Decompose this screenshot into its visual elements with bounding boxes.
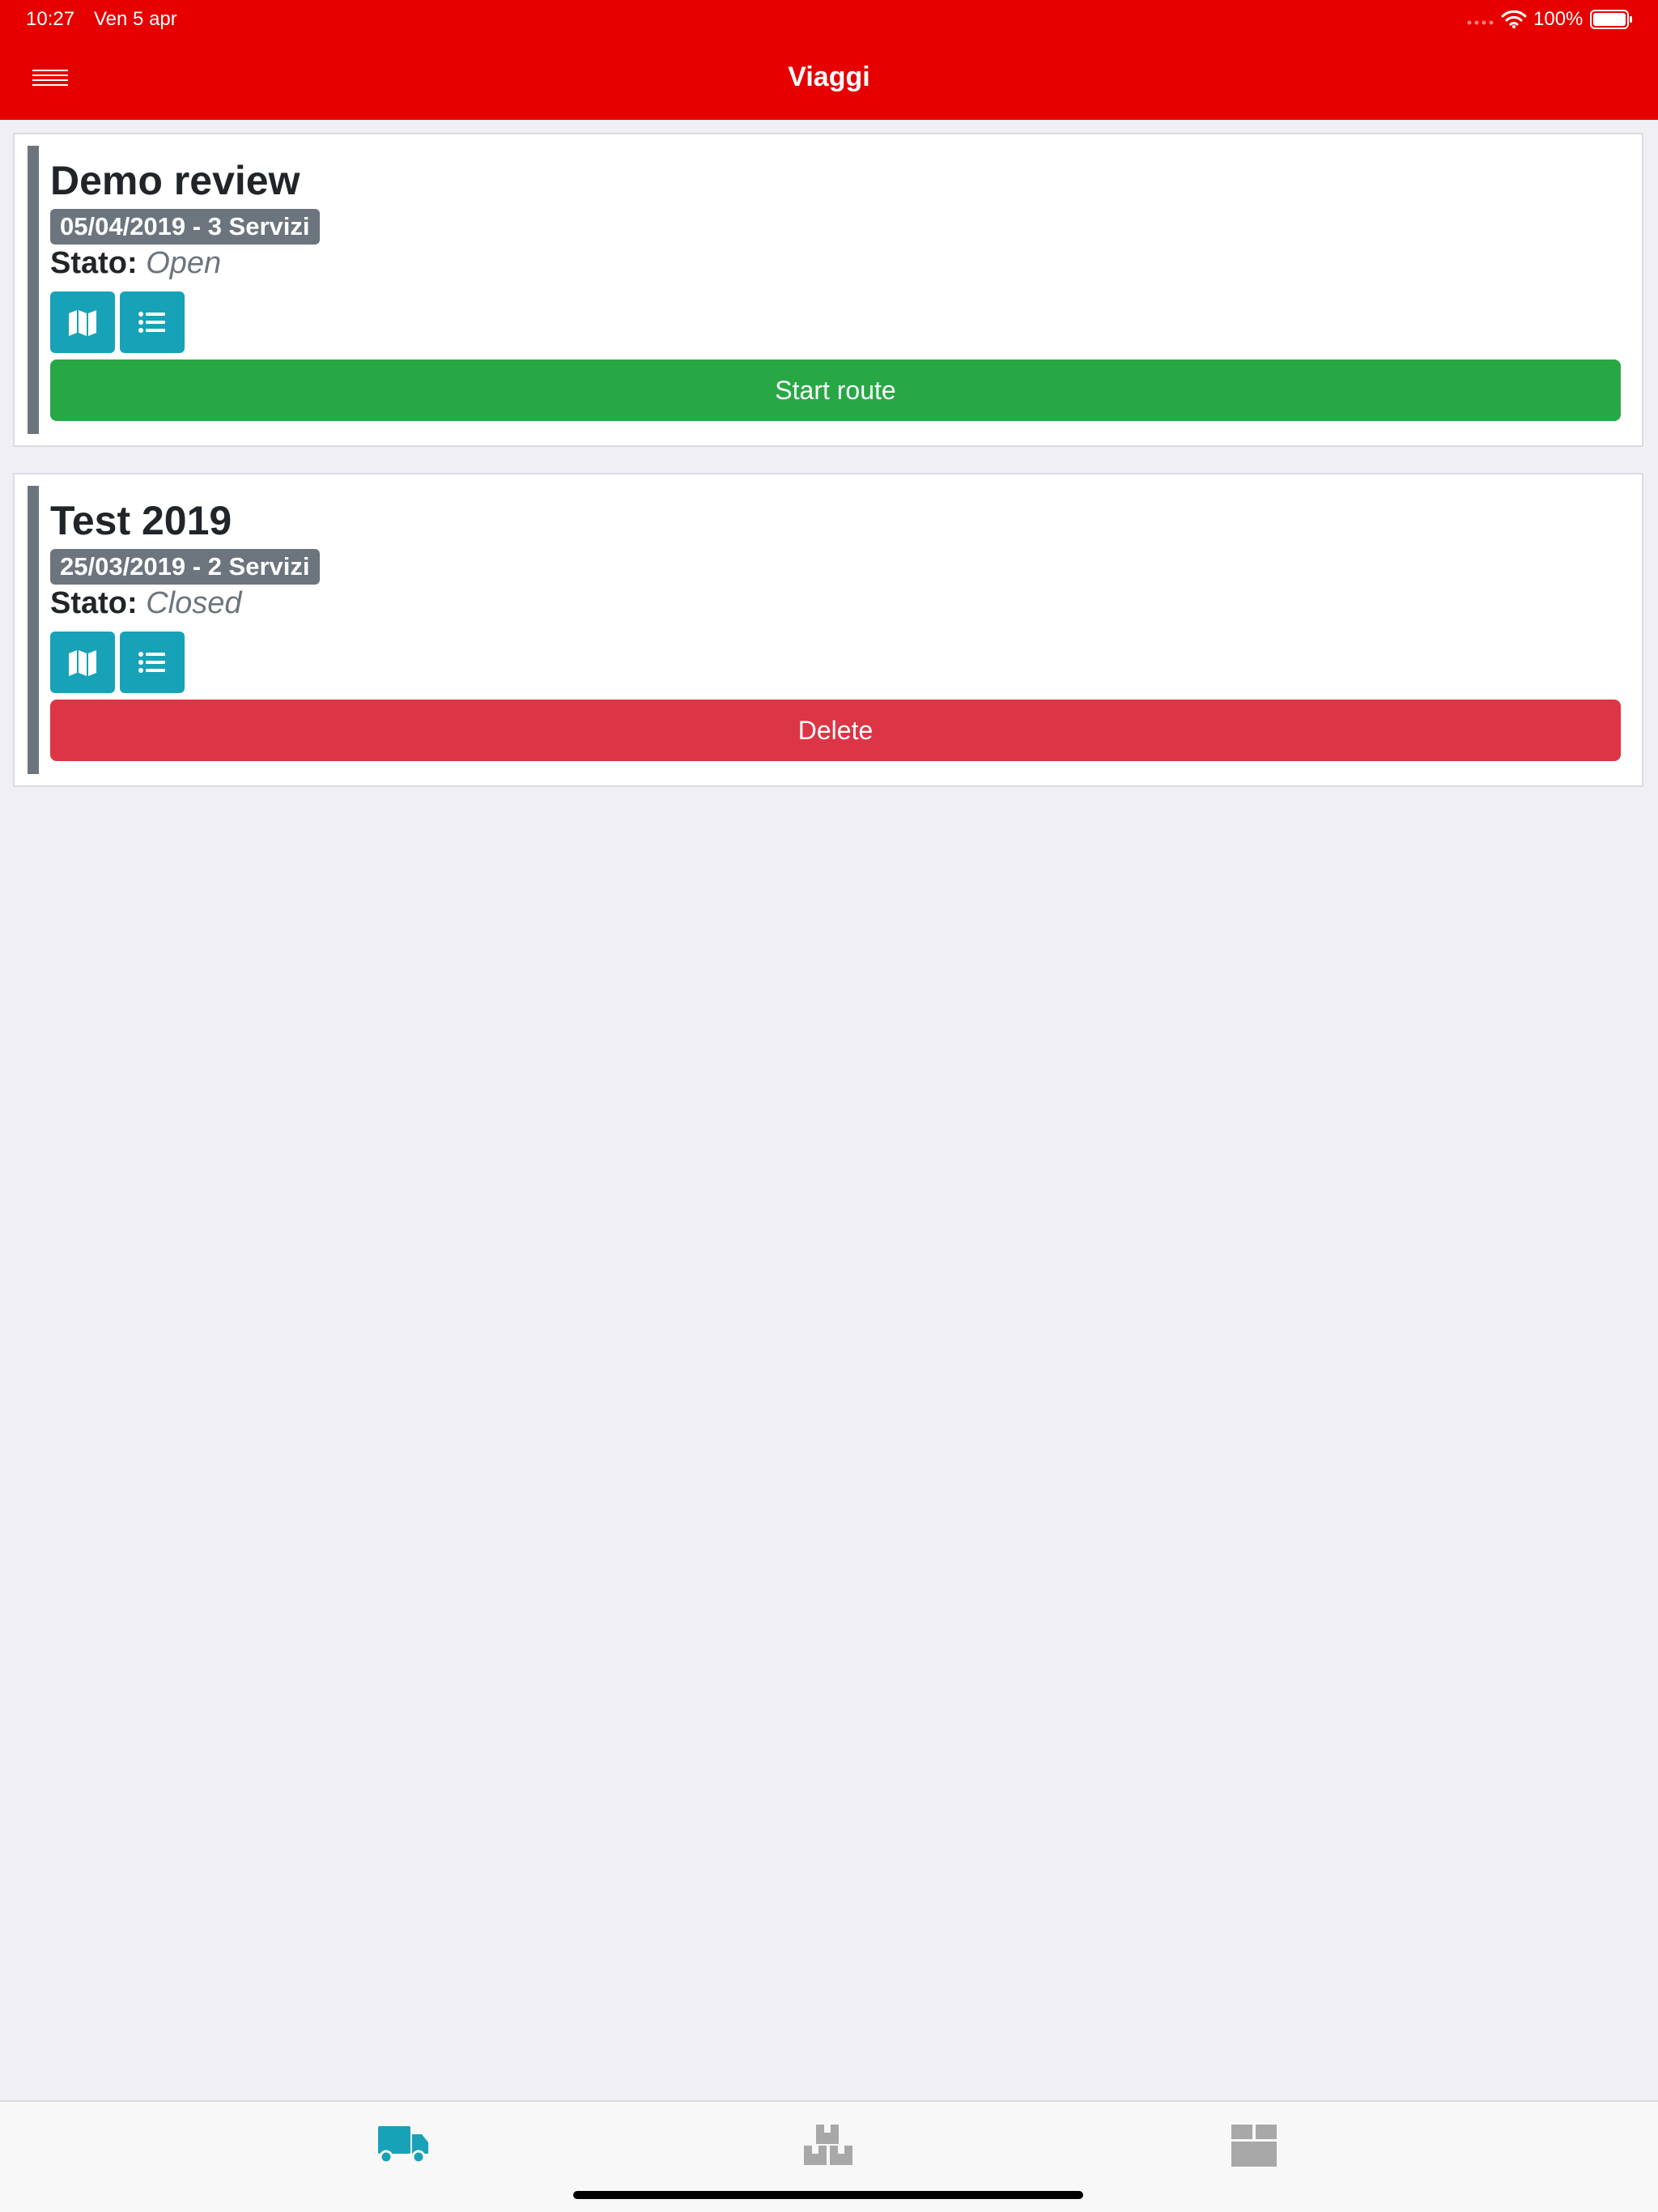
battery-icon	[1590, 10, 1632, 29]
list-button[interactable]	[120, 632, 185, 693]
trip-card: Test 2019 25/03/2019 - 2 Servizi Stato: …	[13, 473, 1643, 787]
trip-name: Demo review	[50, 158, 300, 203]
trip-card: Demo review 05/04/2019 - 3 Servizi Stato…	[13, 133, 1643, 447]
wifi-icon	[1501, 10, 1527, 28]
tab-box[interactable]	[1205, 2116, 1303, 2173]
state-value: Closed	[146, 586, 242, 620]
status-time: 10:27	[26, 8, 75, 30]
page-title: Viaggi	[788, 62, 870, 92]
status-bar: 10:27 Ven 5 apr 100%	[0, 0, 1658, 39]
delete-button[interactable]: Delete	[50, 700, 1621, 761]
trip-state: Stato: Closed	[50, 586, 242, 621]
map-button[interactable]	[50, 632, 115, 693]
state-value: Open	[146, 246, 222, 280]
home-indicator[interactable]	[573, 2191, 1083, 2199]
nav-bar: Viaggi	[0, 39, 1658, 120]
battery-percentage: 100%	[1533, 8, 1584, 30]
map-icon	[69, 310, 96, 336]
state-label: Stato:	[50, 246, 138, 280]
cellular-signal-icon	[1467, 20, 1494, 25]
map-icon	[69, 650, 96, 676]
truck-icon	[378, 2126, 428, 2164]
tab-packages[interactable]	[780, 2116, 877, 2173]
boxes-icon	[804, 2125, 852, 2165]
trip-date-badge: 25/03/2019 - 2 Servizi	[50, 549, 320, 585]
list-button[interactable]	[120, 291, 185, 353]
tab-trips[interactable]	[354, 2116, 451, 2173]
status-date: Ven 5 apr	[94, 8, 177, 30]
list-icon	[138, 652, 165, 673]
trip-name: Test 2019	[50, 498, 232, 543]
card-accent-bar	[28, 146, 39, 434]
list-icon	[138, 312, 165, 333]
card-accent-bar	[28, 486, 39, 774]
start-route-button[interactable]: Start route	[50, 359, 1621, 421]
state-label: Stato:	[50, 586, 138, 620]
map-button[interactable]	[50, 291, 115, 353]
trip-date-badge: 05/04/2019 - 3 Servizi	[50, 209, 320, 245]
box-icon	[1231, 2125, 1277, 2167]
trip-state: Stato: Open	[50, 246, 221, 281]
